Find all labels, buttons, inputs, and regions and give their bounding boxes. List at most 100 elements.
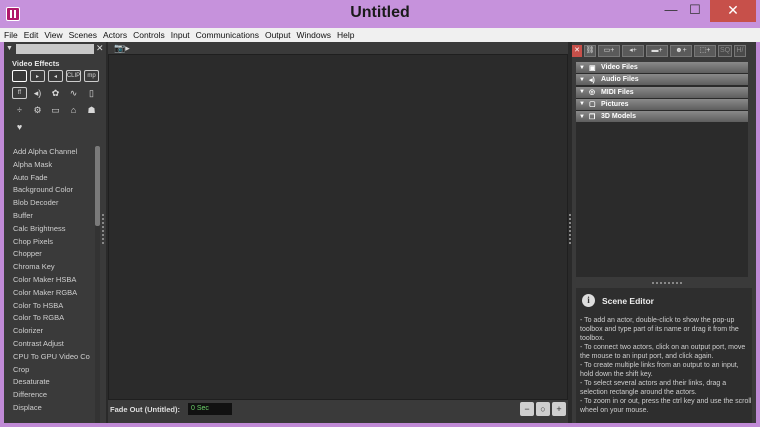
menu-actors[interactable]: Actors	[103, 30, 127, 40]
effect-list-item[interactable]: Difference	[4, 389, 94, 402]
speaker-icon: ◂)	[588, 76, 595, 84]
camera-icon[interactable]: 📷▸	[114, 43, 130, 54]
expand-arrow-icon[interactable]: ▼	[579, 114, 585, 120]
effect-list-item[interactable]: Calc Brightness	[4, 223, 94, 236]
menu-output[interactable]: Output	[265, 30, 291, 40]
expand-arrow-icon[interactable]: ▼	[579, 101, 585, 107]
effect-list-item[interactable]: Chop Pixels	[4, 236, 94, 249]
effect-list-item[interactable]: Chroma Key	[4, 261, 94, 274]
media-group-row[interactable]: ▼ ❒ 3D Models	[576, 111, 748, 123]
effect-list-item[interactable]: Blob Decoder	[4, 197, 94, 210]
effect-list-item[interactable]: Displace	[4, 402, 94, 415]
effect-list-item[interactable]: CPU To GPU Video Co	[4, 351, 94, 364]
effects-scrollbar[interactable]	[95, 146, 100, 423]
help-line: - To create multiple links from an outpu…	[580, 362, 739, 378]
monitor-icon[interactable]: ▭	[48, 104, 63, 116]
help-line: - To select several actors and their lin…	[580, 380, 727, 396]
picture-icon: ▢	[588, 101, 596, 109]
image-out-icon[interactable]: ◂	[48, 70, 63, 82]
menu-edit[interactable]: Edit	[24, 30, 39, 40]
mp-icon[interactable]: mp	[84, 70, 99, 82]
expand-arrow-icon[interactable]: ▼	[579, 77, 585, 83]
effect-list-item[interactable]: Auto Fade	[4, 172, 94, 185]
effect-list-item[interactable]: Chopper	[4, 248, 94, 261]
divide-icon[interactable]: ÷	[12, 104, 27, 116]
people-icon[interactable]: ☗	[84, 104, 99, 116]
menu-scenes[interactable]: Scenes	[69, 30, 97, 40]
add-screen-button[interactable]: ▬+	[646, 45, 668, 57]
effect-list-item[interactable]: Desaturate	[4, 376, 94, 389]
close-media-button[interactable]: ✕	[572, 45, 582, 57]
wave-icon[interactable]: ∿	[66, 87, 81, 99]
speaker-icon[interactable]: ◂)	[30, 87, 45, 99]
collapse-icon[interactable]: ▼	[6, 45, 13, 52]
menu-controls[interactable]: Controls	[133, 30, 165, 40]
effect-list-item[interactable]: Crop	[4, 364, 94, 377]
minimize-button[interactable]: —	[660, 0, 682, 22]
broadcast-icon[interactable]: ⌂	[66, 104, 81, 116]
gear-icon[interactable]: ⚙	[30, 104, 45, 116]
rect-outline-icon[interactable]	[12, 70, 27, 82]
add-midi-button[interactable]: ☻+	[670, 45, 692, 57]
media-group-label: MIDI Files	[600, 88, 634, 96]
effects-panel: ▼ ✕ Video Effects ▸ ◂ CLIP mp ff ◂) ✿ ∿ ▯ ÷ ⚙ ▭ ⌂ ☗ ♥ …	[4, 42, 106, 423]
effect-list-item[interactable]: Buffer	[4, 210, 94, 223]
effects-search-bar: ▼ ✕	[6, 43, 104, 54]
menu-view[interactable]: View	[44, 30, 62, 40]
effects-scroll-thumb[interactable]	[95, 146, 100, 226]
media-group-row[interactable]: ▼ ◂) Audio Files	[576, 74, 748, 86]
effect-list-item[interactable]: Colorizer	[4, 325, 94, 338]
expand-arrow-icon[interactable]: ▼	[579, 89, 585, 95]
expand-arrow-icon[interactable]: ▼	[579, 65, 585, 71]
add-audio-button[interactable]: ◂+	[622, 45, 644, 57]
media-group-row[interactable]: ▼ ▣ Video Files	[576, 62, 748, 73]
scene-editor-canvas[interactable]	[108, 54, 568, 400]
menu-help[interactable]: Help	[337, 30, 354, 40]
heart-icon[interactable]: ♥	[12, 121, 27, 133]
menu-file[interactable]: File	[4, 30, 18, 40]
mouse-icon[interactable]: ▯	[84, 87, 99, 99]
clear-search-icon[interactable]: ✕	[96, 43, 104, 54]
zoom-in-icon[interactable]: +	[552, 402, 566, 416]
ff-icon[interactable]: ff	[12, 87, 27, 99]
effect-list-item[interactable]: Alpha Mask	[4, 159, 94, 172]
effect-list-item[interactable]: Color To RGBA	[4, 312, 94, 325]
image-in-icon[interactable]: ▸	[30, 70, 45, 82]
midi-icon: ◎	[588, 89, 596, 97]
clip-icon[interactable]: CLIP	[66, 70, 81, 82]
fade-out-value[interactable]: 0 Sec	[188, 403, 232, 415]
zoom-out-icon[interactable]: −	[520, 402, 534, 416]
media-group-label: Audio Files	[600, 76, 639, 84]
palette-icon[interactable]: ✿	[48, 87, 63, 99]
close-window-button[interactable]: ✕	[710, 0, 756, 22]
effect-list-item[interactable]: Add Alpha Channel	[4, 146, 94, 159]
stage-toolbar: 📷▸	[108, 42, 568, 54]
menu-windows[interactable]: Windows	[297, 30, 331, 40]
menu-input[interactable]: Input	[171, 30, 190, 40]
media-group-row[interactable]: ▼ ▢ Pictures	[576, 98, 748, 110]
hz-button[interactable]: H/	[734, 45, 746, 57]
effect-list-item[interactable]: Color Maker HSBA	[4, 274, 94, 287]
media-group-row[interactable]: ▼ ◎ MIDI Files	[576, 86, 748, 98]
sq-button[interactable]: SQ	[718, 45, 732, 57]
info-icon: i	[582, 294, 595, 307]
maximize-button[interactable]: ☐	[684, 0, 706, 22]
menu-bar: File Edit View Scenes Actors Controls Input Com…	[0, 28, 760, 42]
effect-list-item[interactable]: Background Color	[4, 184, 94, 197]
media-splitter-handle[interactable]	[652, 282, 682, 285]
effect-list-item[interactable]: Color To HSBA	[4, 300, 94, 313]
window-title: Untitled	[350, 4, 410, 21]
add-video-button[interactable]: ▭+	[598, 45, 620, 57]
left-splitter-handle[interactable]	[102, 214, 105, 244]
media-panel: ✕ ⛓ ▭+ ◂+ ▬+ ☻+ ⬚+ SQ H/ ▼ ▣ Video Files ▼ ◂) Audio F…	[572, 42, 756, 423]
effect-list-item[interactable]: Contrast Adjust	[4, 338, 94, 351]
menu-communications[interactable]: Communications	[196, 30, 259, 40]
effects-section-title: Video Effects	[12, 59, 60, 68]
unlink-icon-button[interactable]: ⛓	[584, 45, 596, 57]
title-bar: Untitled — ☐ ✕	[0, 0, 760, 30]
zoom-fit-icon[interactable]: ○	[536, 402, 550, 416]
add-3d-button[interactable]: ⬚+	[694, 45, 716, 57]
media-toolbar: ✕ ⛓ ▭+ ◂+ ▬+ ☻+ ⬚+ SQ H/	[572, 44, 756, 58]
effects-search-input[interactable]	[16, 44, 94, 54]
effect-list-item[interactable]: Color Maker RGBA	[4, 287, 94, 300]
